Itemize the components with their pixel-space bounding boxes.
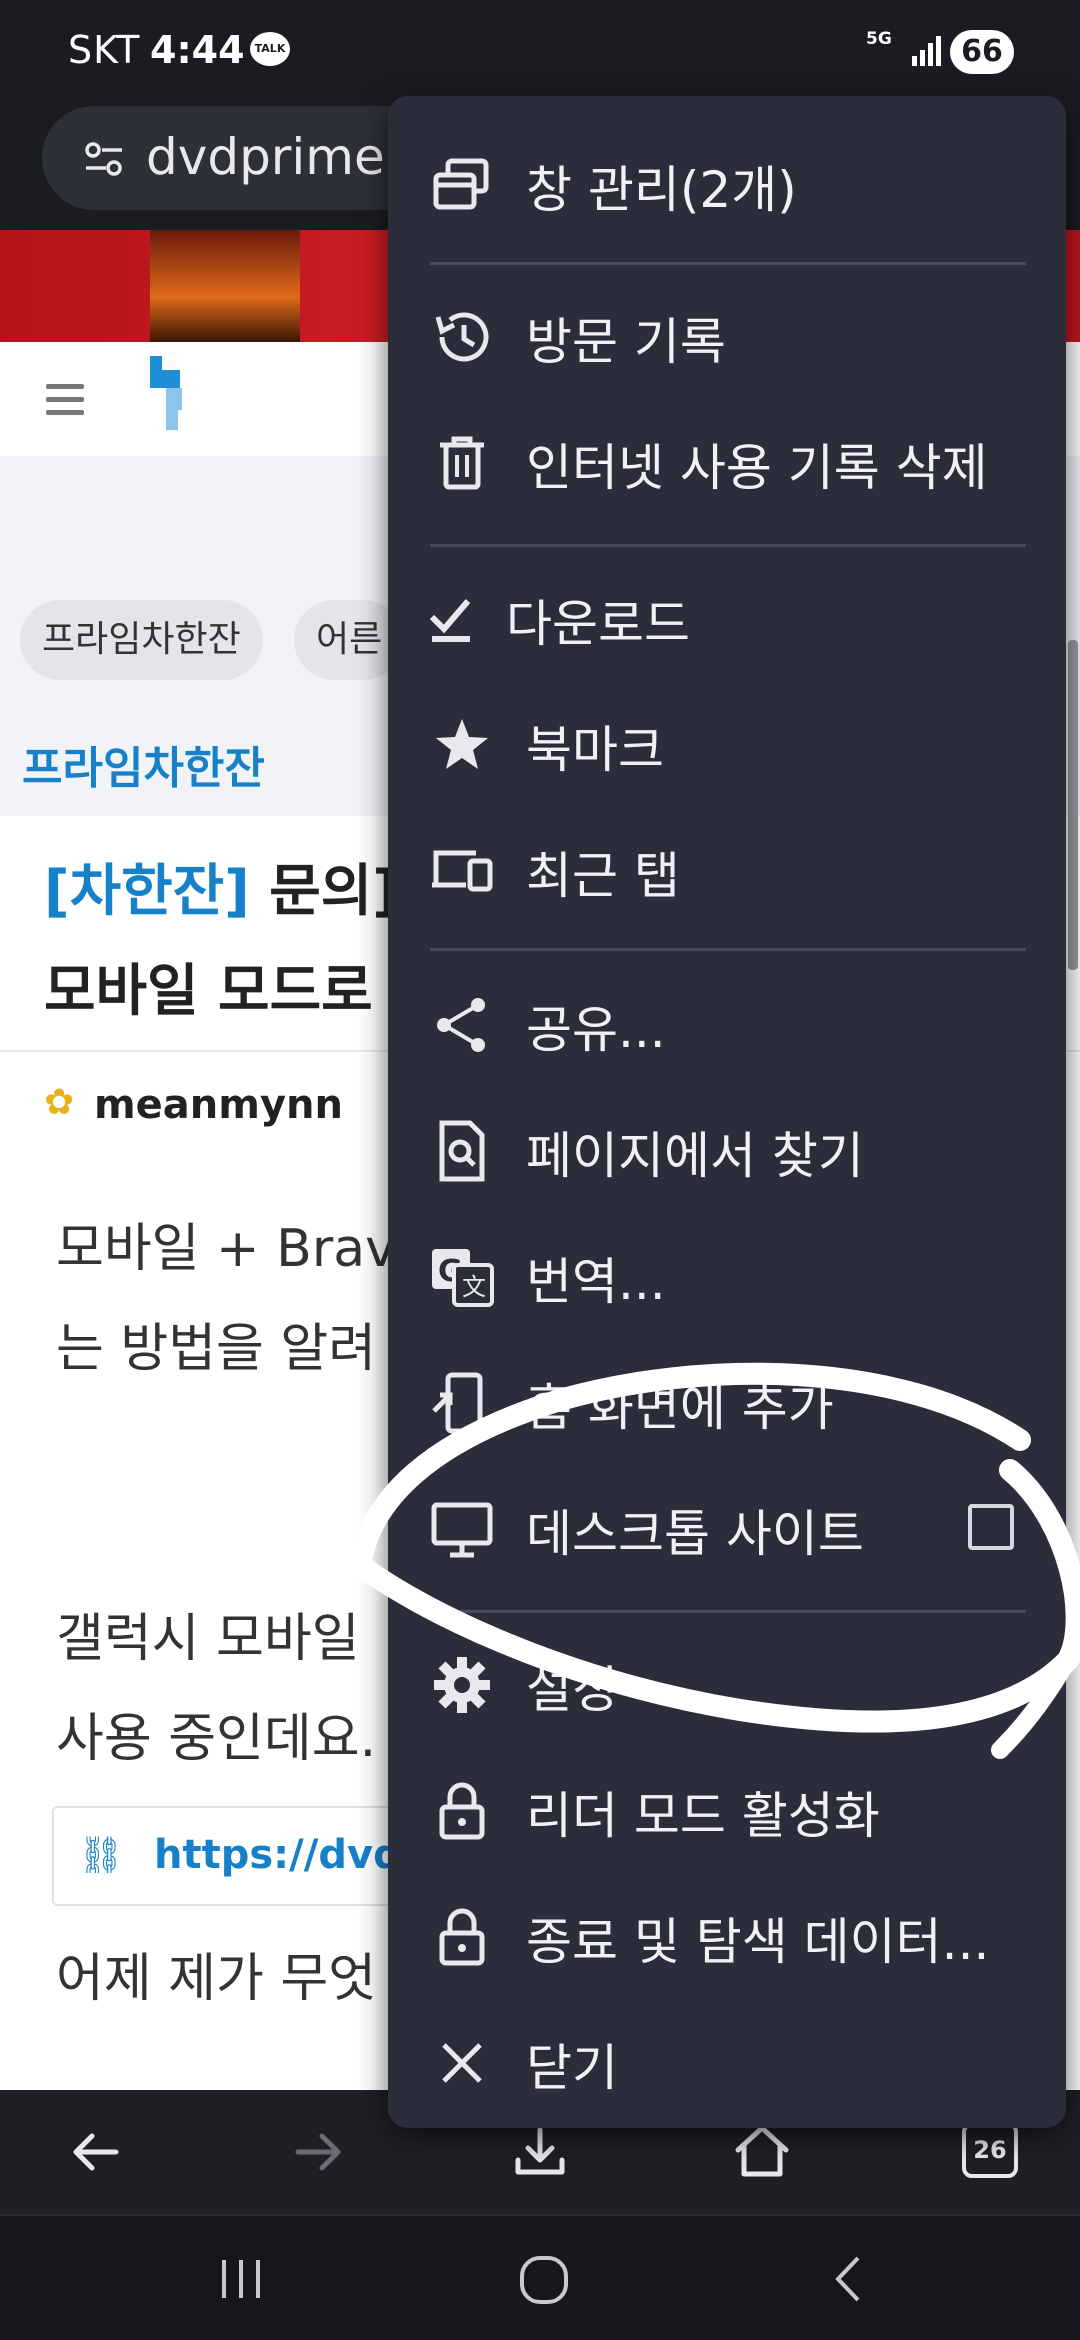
body-text-line: 모바일 + Brave (56, 1219, 428, 1279)
lock-icon (439, 1908, 485, 1966)
body-text-line: 는 방법을 알려 (56, 1319, 377, 1379)
menu-item-label: 데스크톱 사이트 (526, 1505, 864, 1563)
menu-item-settings[interactable]: 설정 (388, 1622, 1066, 1748)
menu-item-clear-history[interactable]: 인터넷 사용 기록 삭제 (388, 400, 1066, 526)
star-icon (436, 719, 488, 769)
forward-arrow-icon[interactable] (286, 2120, 350, 2184)
menu-item-label: 인터넷 사용 기록 삭제 (526, 439, 988, 497)
menu-item-downloads[interactable]: 다운로드 (388, 556, 1066, 682)
desktop-icon (431, 1502, 493, 1558)
find-in-page-icon (439, 1120, 485, 1182)
menu-item-reader-mode[interactable]: 리더 모드 활성화 (388, 1748, 1066, 1874)
tab-switcher-button[interactable]: 26 (962, 2122, 1018, 2178)
menu-item-desktop-site[interactable]: 데스크톱 사이트 (388, 1466, 1066, 1592)
menu-item-label: 번역... (526, 1253, 666, 1311)
url-text[interactable]: dvdprime.c (146, 128, 428, 186)
close-icon (442, 2043, 482, 2083)
home-icon[interactable] (730, 2120, 794, 2184)
devices-icon (432, 850, 493, 892)
menu-divider (430, 262, 1026, 265)
history-icon (435, 312, 489, 362)
board-category[interactable]: 프라임차한잔 (22, 732, 265, 796)
menu-item-bookmarks[interactable]: 북마크 (388, 682, 1066, 808)
post-title: [차한잔] 문의] (44, 846, 398, 927)
desktop-site-checkbox[interactable] (968, 1504, 1014, 1550)
menu-item-label: 리더 모드 활성화 (526, 1787, 880, 1845)
home-button-icon[interactable] (516, 2252, 572, 2308)
post-title-tag: [차한잔] (44, 859, 250, 924)
download-check-icon (429, 599, 471, 642)
menu-divider (430, 544, 1026, 547)
banner-artwork (150, 230, 300, 342)
menu-item-history[interactable]: 방문 기록 (388, 274, 1066, 400)
back-nav-icon[interactable] (822, 2252, 876, 2306)
download-icon[interactable] (508, 2120, 572, 2184)
gear-icon (434, 1657, 490, 1713)
add-to-home-icon (432, 1372, 483, 1434)
chip-prime-tea[interactable]: 프라임차한잔 (20, 600, 263, 680)
talk-notification-icon: TALK (250, 32, 290, 66)
menu-item-recent-tabs[interactable]: 최근 탭 (388, 808, 1066, 934)
author-name[interactable]: meanmynn (94, 1082, 343, 1128)
menu-item-label: 페이지에서 찾기 (526, 1127, 864, 1185)
flower-icon: ✿ (44, 1082, 75, 1123)
network-type-icon: 5G (866, 29, 892, 49)
menu-item-label: 종료 및 탐색 데이터... (526, 1913, 990, 1971)
menu-item-find-in-page[interactable]: 페이지에서 찾기 (388, 1088, 1066, 1214)
status-bar: SKT 4:44 TALK 5G 66 (0, 0, 1080, 100)
site-settings-icon[interactable] (84, 140, 124, 180)
svg-text:文: 文 (462, 1273, 486, 1301)
overflow-menu: 창 관리(2개) 방문 기록 인터넷 사용 기록 삭제 다운로드 북마크 최근 … (388, 96, 1066, 2128)
carrier-label: SKT (68, 28, 141, 72)
link-icon: ⛓ (78, 1835, 124, 1876)
recent-apps-icon[interactable] (214, 2252, 268, 2306)
signal-icon (912, 36, 941, 66)
menu-item-label: 홈 화면에 추가 (526, 1379, 834, 1437)
system-nav-bar (0, 2214, 1080, 2340)
clock: 4:44 (150, 28, 245, 72)
window-manage-icon (433, 158, 489, 210)
menu-item-share[interactable]: 공유... (388, 962, 1066, 1088)
menu-divider (430, 948, 1026, 951)
translate-icon: G 文 (432, 1249, 494, 1307)
body-text-line: 사용 중인데요. (56, 1709, 377, 1769)
hamburger-menu-icon[interactable] (46, 384, 84, 423)
menu-item-close[interactable]: 닫기 (388, 2000, 1066, 2126)
post-title-text: 문의] (269, 859, 398, 924)
menu-item-label: 다운로드 (506, 595, 690, 653)
menu-item-translate[interactable]: G 文 번역... (388, 1214, 1066, 1340)
share-icon (437, 998, 485, 1052)
site-logo[interactable] (146, 356, 206, 436)
menu-item-label: 공유... (526, 1001, 666, 1059)
menu-item-label: 설정 (526, 1661, 618, 1719)
menu-item-label: 방문 기록 (526, 313, 726, 371)
menu-item-window-manage[interactable]: 창 관리(2개) (388, 122, 1066, 248)
menu-item-label: 창 관리(2개) (526, 161, 797, 219)
post-title-line2: 모바일 모드로 (44, 959, 373, 1024)
menu-item-quit-and-clear[interactable]: 종료 및 탐색 데이터... (388, 1874, 1066, 2000)
menu-item-label: 최근 탭 (526, 847, 680, 905)
trash-icon (440, 436, 484, 490)
back-arrow-icon[interactable] (64, 2120, 128, 2184)
scrollbar-thumb[interactable] (1068, 640, 1078, 970)
body-text-line: 갤럭시 모바일 (56, 1609, 360, 1669)
lock-icon (439, 1782, 485, 1840)
menu-divider (430, 1610, 1026, 1613)
body-text-line: 어제 제가 무엇 (56, 1949, 377, 2009)
menu-item-label: 닫기 (526, 2039, 618, 2097)
menu-item-add-to-home[interactable]: 홈 화면에 추가 (388, 1340, 1066, 1466)
battery-icon: 66 (950, 30, 1014, 74)
menu-item-label: 북마크 (526, 721, 664, 779)
